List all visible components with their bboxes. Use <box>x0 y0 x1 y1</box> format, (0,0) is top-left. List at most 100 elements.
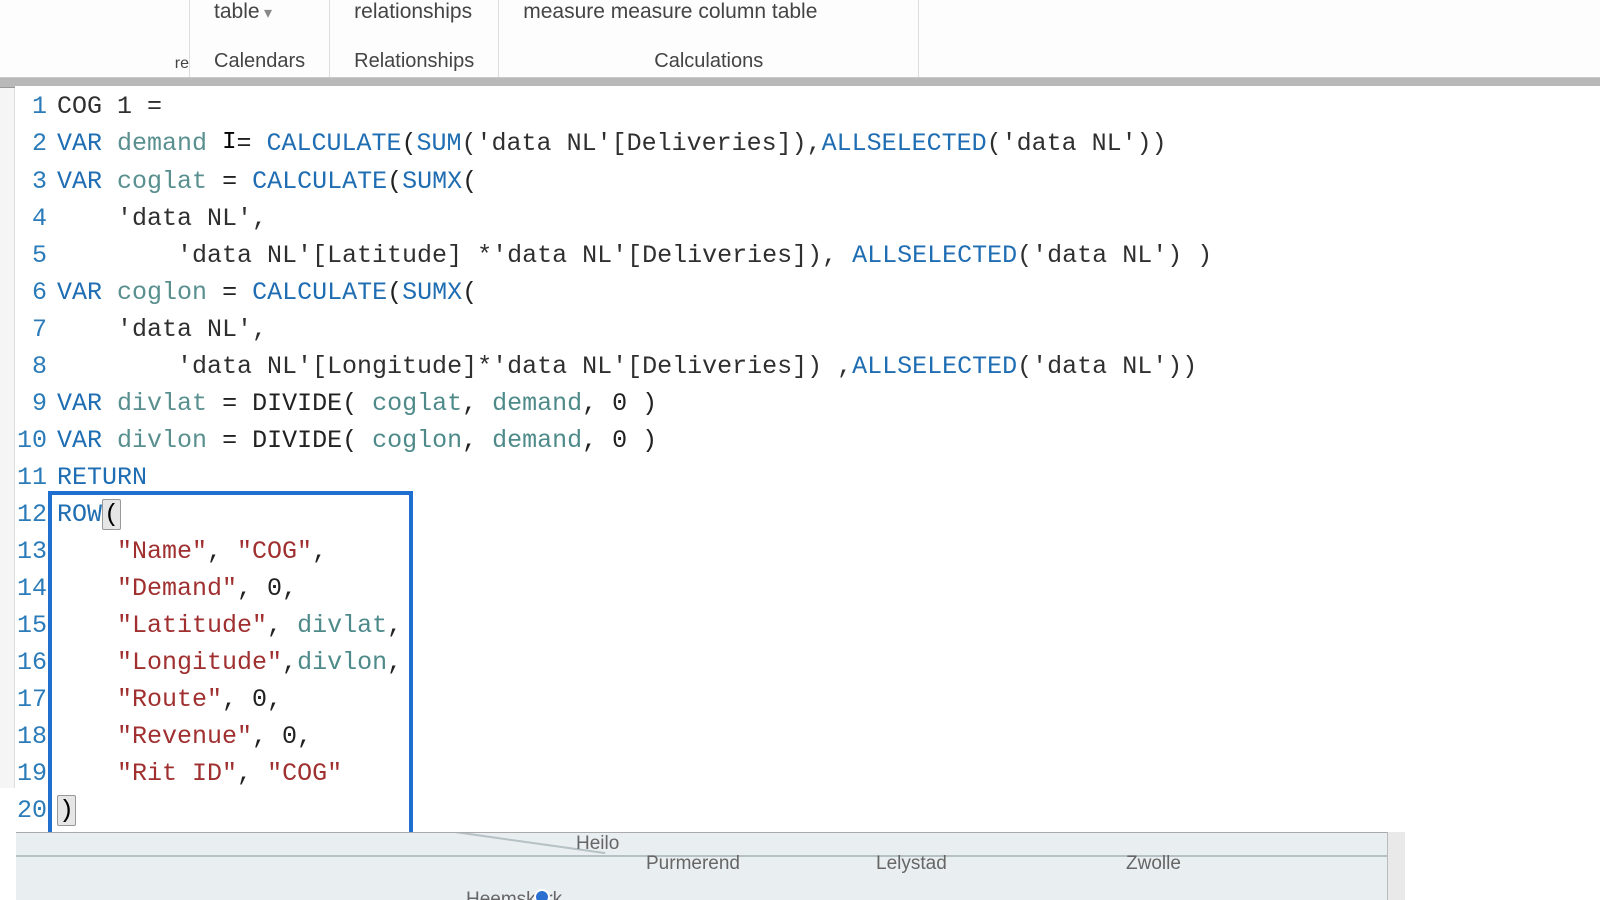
code-keyword: RETURN <box>57 463 147 492</box>
ribbon-group-relationships[interactable]: relationships Relationships <box>330 0 499 77</box>
line-number: 15 <box>15 607 57 644</box>
line-number: 10 <box>15 422 57 459</box>
map-visual[interactable]: Heilo Purmerend Lelystad Zwolle Heemsker… <box>16 832 1400 900</box>
code-text: COG 1 = <box>57 92 162 121</box>
code-text: = <box>222 167 252 196</box>
code-text: = <box>236 129 266 158</box>
chevron-down-icon: ▾ <box>260 5 272 22</box>
map-point-icon[interactable] <box>534 889 550 900</box>
code-var: coglat <box>372 389 462 418</box>
code-var: coglat <box>117 167 207 196</box>
code-var: demand <box>117 129 207 158</box>
ribbon-calendars-label: Calendars <box>214 50 305 73</box>
code-str: "Longitude" <box>117 648 282 677</box>
ribbon-relationships-top[interactable]: relationships <box>354 0 474 24</box>
code-text: , 0 ) <box>582 389 657 418</box>
code-func: CALCULATE <box>266 129 401 158</box>
code-var: demand <box>492 426 582 455</box>
code-text: = DIVIDE( <box>222 426 372 455</box>
code-text: 'data NL', <box>57 204 267 233</box>
code-indent <box>57 537 117 566</box>
line-number: 18 <box>15 718 57 755</box>
code-var: divlon <box>297 648 387 677</box>
line-number: 14 <box>15 570 57 607</box>
code-text: ( <box>387 167 402 196</box>
code-text: , <box>462 426 492 455</box>
ribbon-calendars-top[interactable]: table <box>214 0 260 23</box>
code-indent <box>57 574 117 603</box>
code-str: "COG" <box>237 537 312 566</box>
map-label: Lelystad <box>876 853 947 875</box>
code-text: 'data NL', <box>57 315 267 344</box>
line-number: 19 <box>15 755 57 792</box>
map-label: Heilo <box>576 833 619 855</box>
code-text: ('data NL'[Deliveries]), <box>462 129 822 158</box>
line-number: 11 <box>15 459 57 496</box>
code-str: "Route" <box>117 685 222 714</box>
ribbon-group-calculations[interactable]: measure measure column table Calculation… <box>499 0 919 77</box>
code-text: ( <box>402 129 417 158</box>
code-text: , <box>312 537 327 566</box>
code-text: ( <box>387 278 402 307</box>
code-text: , <box>387 648 402 677</box>
code-str: "Latitude" <box>117 611 267 640</box>
ribbon: re table ▾ Calendars relationships Relat… <box>0 0 1600 78</box>
code-func: ALLSELECTED <box>822 129 987 158</box>
line-number: 8 <box>15 348 57 385</box>
code-keyword: VAR <box>57 167 102 196</box>
line-number: 2 <box>15 125 57 162</box>
code-func: ROW <box>57 500 102 529</box>
ribbon-left-text: re <box>175 55 189 73</box>
code-text: ('data NL') ) <box>1017 241 1212 270</box>
code-text: , 0 ) <box>582 426 657 455</box>
ribbon-calculations-top[interactable]: measure measure column table <box>523 0 894 24</box>
code-var: demand <box>492 389 582 418</box>
code-str: "Rit ID" <box>117 759 237 788</box>
code-var: coglon <box>117 278 207 307</box>
code-text: , <box>237 759 267 788</box>
code-var: coglon <box>372 426 462 455</box>
code-func: SUM <box>417 129 462 158</box>
line-number: 12 <box>15 496 57 533</box>
code-text: , 0, <box>252 722 312 751</box>
code-text: = <box>222 278 252 307</box>
code-text: 'data NL'[Latitude] *'data NL'[Deliverie… <box>57 241 852 270</box>
code-keyword: VAR <box>57 389 102 418</box>
code-text: , <box>462 389 492 418</box>
code-indent <box>57 759 117 788</box>
map-label: Zwolle <box>1126 853 1181 875</box>
code-func: CALCULATE <box>252 167 387 196</box>
code-var: divlat <box>117 389 207 418</box>
code-indent <box>57 722 117 751</box>
line-number: 4 <box>15 200 57 237</box>
ribbon-relationships-label: Relationships <box>354 50 474 73</box>
line-number: 6 <box>15 274 57 311</box>
code-func: ALLSELECTED <box>852 352 1017 381</box>
code-text: , <box>267 611 297 640</box>
line-number: 1 <box>15 88 57 125</box>
ribbon-group-calendars[interactable]: table ▾ Calendars <box>190 0 330 77</box>
code-text: ( <box>462 167 477 196</box>
ribbon-calculations-label: Calculations <box>523 50 894 73</box>
code-str: "Revenue" <box>117 722 252 751</box>
line-number: 16 <box>15 644 57 681</box>
bracket-match: ) <box>57 795 76 826</box>
code-indent <box>57 648 117 677</box>
code-keyword: VAR <box>57 278 102 307</box>
code-text: , <box>387 611 402 640</box>
code-text: ('data NL')) <box>1017 352 1197 381</box>
text-cursor-icon: I <box>222 124 236 161</box>
line-number: 5 <box>15 237 57 274</box>
line-number: 13 <box>15 533 57 570</box>
ribbon-left-truncated: re <box>0 0 190 77</box>
code-var: divlon <box>117 426 207 455</box>
code-text: ('data NL')) <box>987 129 1167 158</box>
dax-formula-bar[interactable]: 1COG 1 = 2VAR demand I= CALCULATE(SUM('d… <box>15 86 1600 829</box>
bracket-match: ( <box>102 499 121 530</box>
code-keyword: VAR <box>57 129 102 158</box>
code-func: CALCULATE <box>252 278 387 307</box>
line-number: 17 <box>15 681 57 718</box>
code-str: "Demand" <box>117 574 237 603</box>
map-label: Purmerend <box>646 853 740 875</box>
map-scrollbar[interactable] <box>1387 832 1405 900</box>
